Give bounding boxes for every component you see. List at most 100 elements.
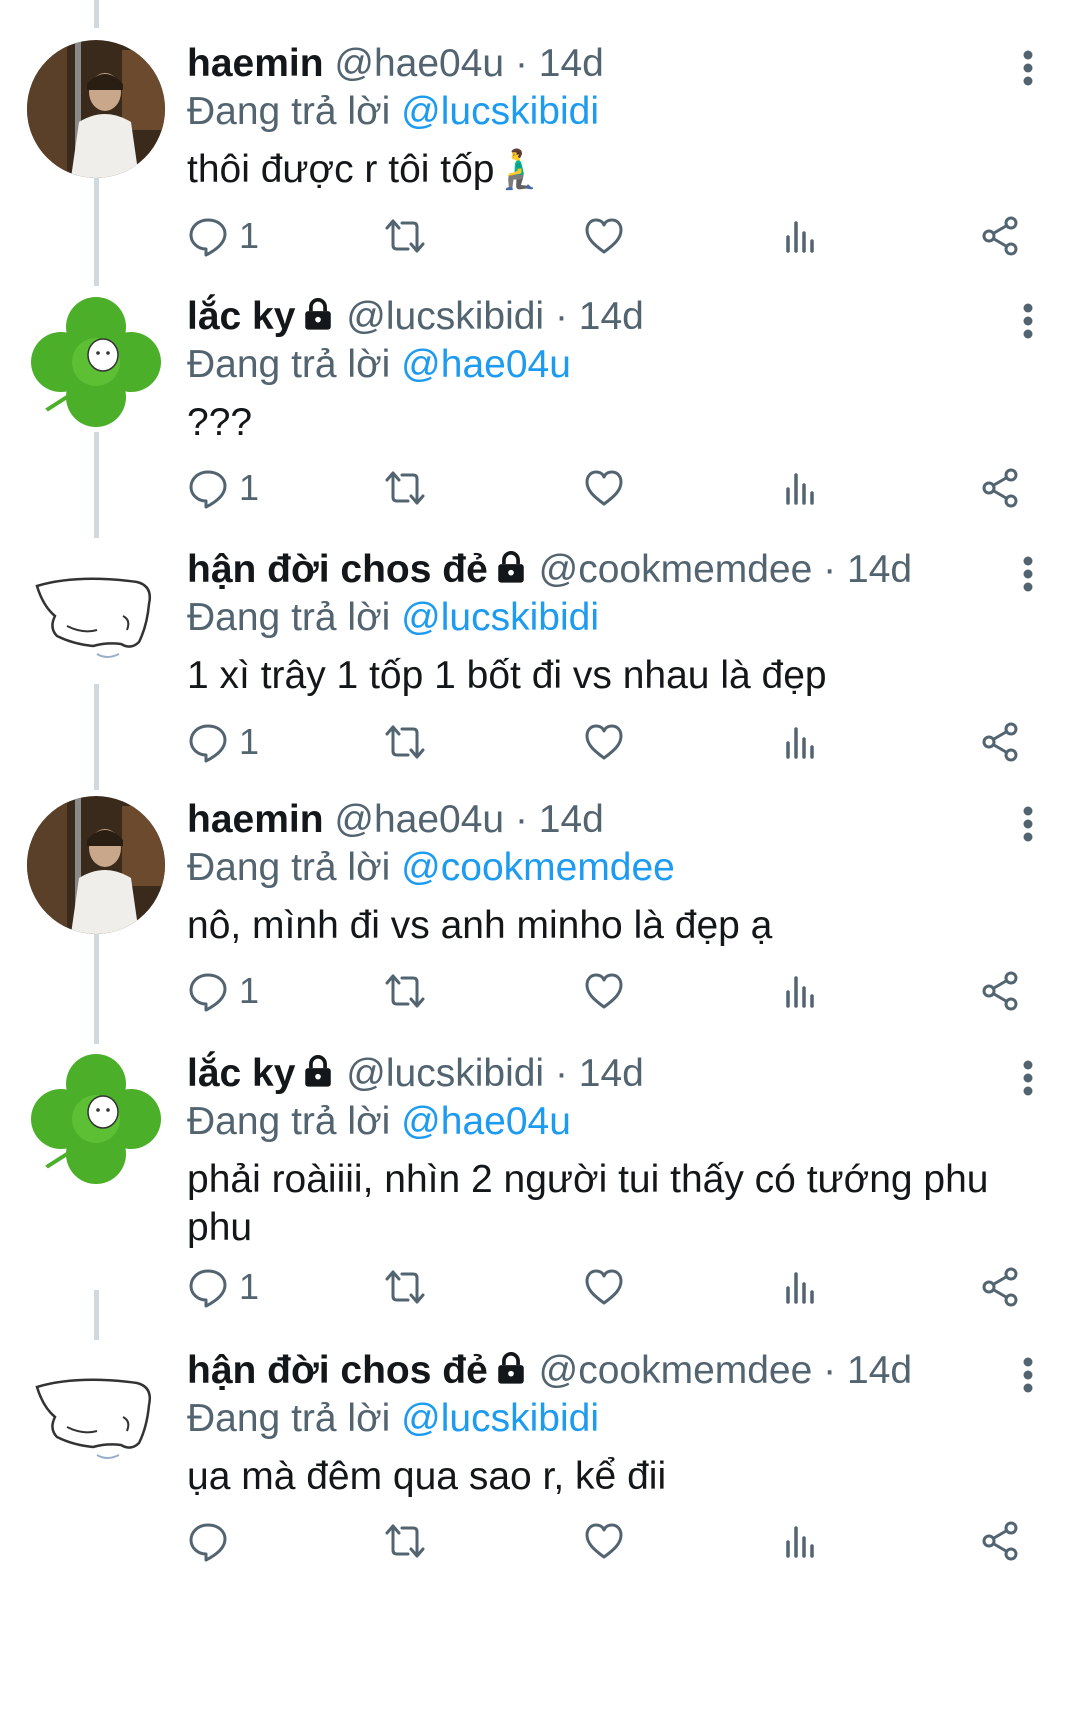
timestamp[interactable]: 14d: [847, 1349, 912, 1392]
views-button[interactable]: [781, 966, 823, 1016]
avatar-sketch: [27, 546, 165, 684]
views-button[interactable]: [781, 717, 823, 767]
tweet-actions: 1: [187, 717, 1037, 767]
timestamp[interactable]: 14d: [579, 295, 644, 338]
share-button[interactable]: [980, 717, 1022, 767]
reply-button[interactable]: [187, 1516, 239, 1566]
timestamp[interactable]: 14d: [847, 548, 912, 591]
display-name[interactable]: lắc ky: [187, 1052, 295, 1095]
tweet-actions: 1: [187, 1262, 1037, 1312]
thread-line-top: [94, 0, 99, 28]
retweet-button[interactable]: [384, 966, 426, 1016]
share-icon: [982, 216, 1018, 256]
views-button[interactable]: [781, 211, 823, 261]
replying-to-label: Đang trả lời: [187, 343, 391, 386]
heart-icon: [585, 218, 623, 254]
avatar[interactable]: [27, 796, 165, 934]
replying-to-handle[interactable]: @cookmemdee: [401, 846, 675, 889]
handle[interactable]: @cookmemdee: [539, 548, 813, 591]
share-button[interactable]: [980, 1262, 1022, 1312]
display-name[interactable]: hận đời chos đẻ: [187, 548, 488, 591]
more-options-icon[interactable]: [1016, 554, 1040, 594]
heart-icon: [585, 973, 623, 1009]
avatar[interactable]: [27, 1050, 165, 1188]
like-button[interactable]: [583, 717, 625, 767]
separator: ·: [812, 548, 847, 591]
separator: ·: [812, 1349, 847, 1392]
timestamp[interactable]: 14d: [539, 798, 604, 841]
views-chart-icon: [786, 221, 814, 253]
handle[interactable]: @cookmemdee: [539, 1349, 813, 1392]
retweet-icon: [385, 974, 425, 1008]
handle[interactable]: @hae04u: [334, 798, 504, 841]
separator: ·: [544, 295, 579, 338]
more-options-icon[interactable]: [1016, 301, 1040, 341]
reply-button[interactable]: 1: [187, 1262, 259, 1312]
handle[interactable]: @lucskibidi: [346, 1052, 544, 1095]
more-options-icon[interactable]: [1016, 804, 1040, 844]
share-button[interactable]: [980, 1516, 1022, 1566]
reply-button[interactable]: 1: [187, 717, 259, 767]
retweet-button[interactable]: [384, 717, 426, 767]
display-name[interactable]: haemin: [187, 42, 324, 85]
replying-to-handle[interactable]: @lucskibidi: [401, 596, 599, 639]
display-name[interactable]: lắc ky: [187, 295, 295, 338]
more-options-icon[interactable]: [1016, 48, 1040, 88]
reply-count: 1: [239, 721, 260, 762]
like-button[interactable]: [583, 211, 625, 261]
timestamp[interactable]: 14d: [579, 1052, 644, 1095]
reply-count: 1: [239, 1266, 260, 1307]
avatar-clover: [27, 1050, 165, 1188]
like-button[interactable]: [583, 463, 625, 513]
retweet-button[interactable]: [384, 463, 426, 513]
share-icon: [982, 468, 1018, 508]
retweet-icon: [385, 725, 425, 759]
reply-button[interactable]: 1: [187, 966, 259, 1016]
share-button[interactable]: [980, 966, 1022, 1016]
replying-to-handle[interactable]: @lucskibidi: [401, 90, 599, 133]
more-options-icon[interactable]: [1016, 1058, 1040, 1098]
timestamp[interactable]: 14d: [539, 42, 604, 85]
avatar[interactable]: [27, 1347, 165, 1485]
avatar-photo: [27, 796, 165, 934]
more-options-icon[interactable]: [1016, 1355, 1040, 1395]
reply-button[interactable]: 1: [187, 211, 259, 261]
like-button[interactable]: [583, 1262, 625, 1312]
handle[interactable]: @hae04u: [334, 42, 504, 85]
avatar[interactable]: [27, 40, 165, 178]
avatar[interactable]: [27, 546, 165, 684]
heart-icon: [585, 1269, 623, 1305]
retweet-button[interactable]: [384, 1262, 426, 1312]
display-name[interactable]: haemin: [187, 798, 324, 841]
replying-to-handle[interactable]: @hae04u: [401, 343, 571, 386]
reply-icon: [189, 218, 227, 257]
thread-line: [94, 1290, 99, 1340]
like-button[interactable]: [583, 966, 625, 1016]
share-icon: [982, 1521, 1018, 1561]
like-button[interactable]: [583, 1516, 625, 1566]
share-button[interactable]: [980, 211, 1022, 261]
thread-line: [94, 684, 99, 790]
share-button[interactable]: [980, 463, 1022, 513]
avatar[interactable]: [27, 293, 165, 431]
retweet-button[interactable]: [384, 1516, 426, 1566]
views-button[interactable]: [781, 1516, 823, 1566]
views-button[interactable]: [781, 1262, 823, 1312]
views-button[interactable]: [781, 463, 823, 513]
thread-line: [94, 176, 99, 286]
replying-to-handle[interactable]: @lucskibidi: [401, 1397, 599, 1440]
retweet-icon: [385, 1270, 425, 1304]
protected-lock-icon: [498, 551, 524, 583]
replying-to-handle[interactable]: @hae04u: [401, 1100, 571, 1143]
reply-button[interactable]: 1: [187, 463, 259, 513]
avatar-sketch: [27, 1347, 165, 1485]
avatar-photo: [27, 40, 165, 178]
handle[interactable]: @lucskibidi: [346, 295, 544, 338]
retweet-button[interactable]: [384, 211, 426, 261]
heart-icon: [585, 1523, 623, 1559]
tweet-text: ụa mà đêm qua sao r, kể đii: [187, 1455, 667, 1498]
protected-lock-icon: [305, 298, 332, 330]
reply-count: 1: [239, 970, 260, 1011]
views-chart-icon: [786, 1526, 814, 1558]
display-name[interactable]: hận đời chos đẻ: [187, 1349, 488, 1392]
